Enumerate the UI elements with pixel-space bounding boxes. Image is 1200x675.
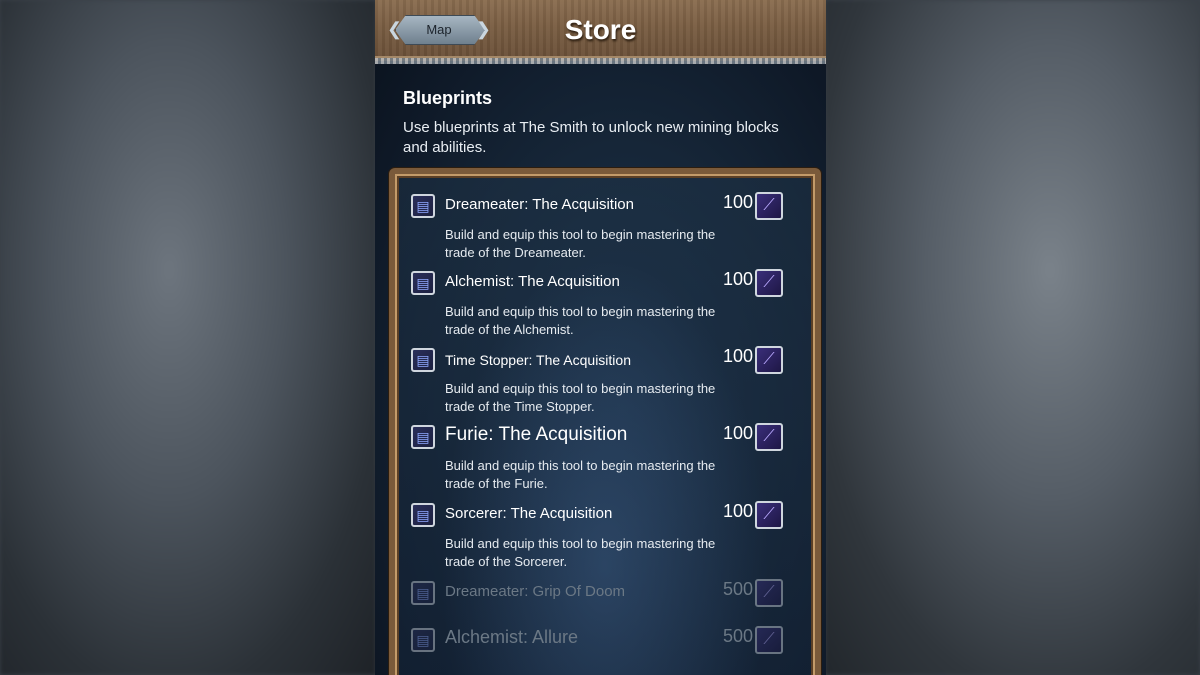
item-description: Build and equip this tool to begin maste…: [445, 381, 716, 414]
item-name: Sorcerer: The Acquisition: [445, 505, 613, 522]
item-description: Build and equip this tool to begin maste…: [445, 536, 716, 569]
header-rope-divider: [375, 58, 826, 64]
crystal-buy-button[interactable]: ⟋: [755, 192, 783, 220]
crystal-icon: ⟋: [763, 351, 775, 368]
blueprint-scroll-icon: [411, 581, 435, 605]
crystal-icon: ⟋: [763, 506, 775, 523]
section-description: Use blueprints at The Smith to unlock ne…: [403, 119, 779, 156]
crystal-buy-button[interactable]: ⟋: [755, 423, 783, 451]
store-screen: ❮ Map ❯ Store Blueprints Use blueprints …: [375, 0, 826, 675]
blueprint-scroll-icon: [411, 503, 435, 527]
crystal-buy-button[interactable]: ⟋: [755, 501, 783, 529]
item-price: 500: [722, 579, 753, 599]
crystal-icon: ⟋: [763, 428, 775, 445]
item-price: 100: [722, 192, 753, 212]
item-price: 100: [722, 423, 753, 443]
item-name: Furie: The Acquisition: [445, 424, 628, 445]
item-description: Build and equip this tool to begin maste…: [445, 304, 716, 337]
item-price: 100: [722, 501, 753, 521]
item-description: Build and equip this tool to begin maste…: [445, 458, 716, 491]
item-name: Time Stopper: The Acquisition: [445, 352, 631, 368]
crystal-buy-button[interactable]: ⟋: [755, 579, 783, 607]
left-blurred-backdrop: [0, 0, 376, 675]
crystal-buy-button[interactable]: ⟋: [755, 269, 783, 297]
right-blurred-backdrop: [825, 0, 1200, 675]
crystal-icon: ⟋: [763, 197, 775, 214]
item-price: 100: [722, 346, 753, 366]
item-name: Dreameater: Grip Of Doom: [445, 583, 626, 600]
item-description: Build and equip this tool to begin maste…: [445, 227, 716, 260]
blueprint-scroll-icon: [411, 628, 435, 652]
crystal-icon: ⟋: [763, 584, 775, 601]
page-title: Store: [564, 14, 637, 45]
blueprint-scroll-icon: [411, 271, 435, 295]
section-title: Blueprints: [403, 88, 493, 108]
item-name: Alchemist: Allure: [445, 627, 579, 647]
item-name: Alchemist: The Acquisition: [445, 273, 620, 290]
blueprint-scroll-icon: [411, 425, 435, 449]
crystal-icon: ⟋: [763, 631, 775, 648]
blueprint-scroll-icon: [411, 194, 435, 218]
item-price: 500: [722, 626, 753, 646]
item-name: Dreameater: The Acquisition: [445, 196, 634, 213]
crystal-icon: ⟋: [763, 274, 775, 291]
item-price: 100: [722, 269, 753, 289]
crystal-buy-button[interactable]: ⟋: [755, 346, 783, 374]
crystal-buy-button[interactable]: ⟋: [755, 626, 783, 654]
blueprint-scroll-icon: [411, 348, 435, 372]
header-bar: ❮ Map ❯ Store: [375, 0, 826, 64]
